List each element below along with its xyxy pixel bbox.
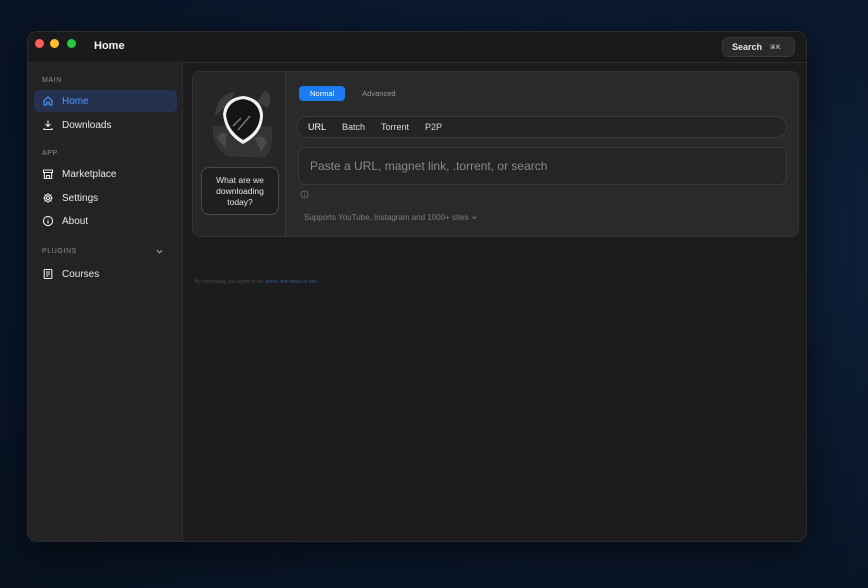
store-icon [42, 168, 54, 180]
tab-torrent[interactable]: Torrent [381, 122, 409, 132]
supported-sites[interactable]: Supports YouTube, Instagram and 1000+ si… [304, 213, 478, 222]
sidebar-item-label: About [62, 215, 89, 227]
app-window: Home Search ⌘K MAIN Home Downloads APP M… [27, 31, 807, 542]
download-icon [42, 119, 54, 131]
tab-p2p[interactable]: P2P [425, 122, 442, 132]
home-icon [42, 95, 54, 107]
section-label-main: MAIN [42, 77, 62, 84]
sidebar-item-label: Marketplace [62, 168, 117, 180]
search-shortcut: ⌘K [770, 44, 781, 51]
window-title: Home [94, 40, 125, 52]
sidebar-item-settings[interactable]: Settings [34, 187, 177, 209]
sidebar-item-home[interactable]: Home [34, 90, 177, 112]
terms-prefix: By continuing, you agree to the [195, 279, 264, 285]
info-hint-icon[interactable] [300, 190, 309, 199]
sidebar-item-label: Settings [62, 192, 99, 204]
url-input[interactable] [298, 147, 787, 185]
terms-notice: By continuing, you agree to the terms an… [195, 279, 317, 285]
terms-link[interactable]: terms and ethics of use [265, 279, 317, 285]
chevron-down-icon [472, 216, 478, 220]
sidebar-item-downloads[interactable]: Downloads [34, 114, 177, 136]
search-label: Search [732, 42, 763, 52]
zoom-window-button[interactable] [67, 39, 76, 48]
section-label-app: APP [42, 150, 58, 157]
supported-sites-text: Supports YouTube, Instagram and 1000+ si… [304, 213, 469, 222]
sidebar-item-marketplace[interactable]: Marketplace [34, 163, 177, 185]
info-icon [42, 215, 54, 227]
tab-url[interactable]: URL [308, 122, 326, 132]
mascot-panel: What are we downloading today? [193, 72, 286, 236]
main-content: What are we downloading today? Normal Ad… [184, 63, 806, 541]
mode-advanced-button[interactable]: Advanced [351, 86, 406, 101]
minimize-window-button[interactable] [50, 39, 59, 48]
mode-normal-button[interactable]: Normal [299, 86, 346, 101]
sidebar: MAIN Home Downloads APP Marketplace Sett [28, 63, 183, 541]
source-tabs: URL Batch Torrent P2P [296, 116, 787, 138]
book-icon [42, 268, 54, 280]
sidebar-item-courses[interactable]: Courses [34, 263, 177, 285]
section-label-plugins: PLUGINS [42, 248, 77, 255]
downloader-card: What are we downloading today? Normal Ad… [192, 71, 799, 237]
tab-batch[interactable]: Batch [342, 122, 365, 132]
mascot-illustration [205, 86, 277, 160]
chevron-down-icon[interactable] [155, 247, 164, 256]
gear-icon [42, 192, 54, 204]
title-bar: Home Search ⌘K [28, 32, 806, 63]
sidebar-item-label: Downloads [62, 119, 112, 131]
search-button[interactable]: Search ⌘K [722, 37, 795, 57]
mode-toggle: Normal Advanced [299, 86, 407, 101]
sidebar-item-about[interactable]: About [34, 210, 177, 232]
sidebar-item-label: Home [62, 95, 89, 107]
sidebar-item-label: Courses [62, 268, 100, 280]
prompt-bubble: What are we downloading today? [201, 167, 279, 215]
close-window-button[interactable] [35, 39, 44, 48]
